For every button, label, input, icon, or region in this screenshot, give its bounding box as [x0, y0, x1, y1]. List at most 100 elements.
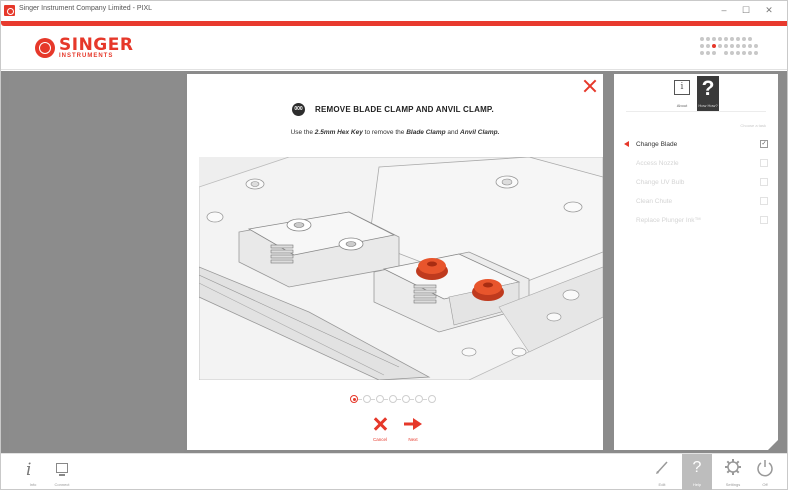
dot: [742, 44, 746, 48]
pager-dot[interactable]: [376, 395, 384, 403]
monitor-icon: [56, 463, 68, 476]
dot: [736, 37, 740, 41]
next-label: Next: [408, 437, 418, 442]
connect-button[interactable]: Connect: [49, 454, 75, 490]
part-name-anvil-clamp: Anvil Clamp.: [460, 129, 500, 136]
close-window-button[interactable]: ✕: [761, 3, 777, 17]
app-window: Singer Instrument Company Limited - PIXL…: [0, 0, 788, 490]
pager-connector: [423, 399, 427, 400]
dot: [748, 51, 752, 55]
dot: [748, 37, 752, 41]
cancel-button[interactable]: Cancel: [367, 415, 393, 445]
dot: [712, 51, 716, 55]
howto-panel: About ? How How? Choose a task Change Bl…: [614, 74, 778, 450]
arrow-right-icon: [404, 418, 422, 430]
info-button[interactable]: i Info: [20, 454, 46, 490]
pager-dot[interactable]: [350, 395, 358, 403]
dot: [736, 44, 740, 48]
dot: [724, 37, 728, 41]
edit-label: Edit: [658, 482, 666, 487]
close-icon[interactable]: [583, 79, 597, 93]
dot: [706, 44, 710, 48]
cancel-icon: [373, 417, 387, 431]
pager-connector: [358, 399, 362, 400]
brand-subtitle: INSTRUMENTS: [59, 53, 114, 59]
tool-name: 2.5mm Hex Key: [314, 129, 363, 136]
question-mark-icon: ?: [701, 77, 715, 100]
task-item[interactable]: Change Blade ✓: [624, 138, 768, 152]
dot: [724, 44, 728, 48]
dot: [700, 37, 704, 41]
pencil-icon: [656, 461, 668, 474]
tab-howto-label: How How?: [698, 103, 718, 108]
connect-label: Connect: [54, 482, 70, 487]
dot: [754, 44, 758, 48]
task-item[interactable]: Access Nozzle: [624, 157, 768, 171]
dot: [730, 51, 734, 55]
pager-connector: [397, 399, 401, 400]
task-checkbox[interactable]: ✓: [760, 140, 768, 148]
dot: [700, 51, 704, 55]
task-item[interactable]: Clean Chute: [624, 195, 768, 209]
pager-dot[interactable]: [363, 395, 371, 403]
task-item-label: Clean Chute: [636, 198, 673, 205]
step-title: REMOVE BLADE CLAMP AND ANVIL CLAMP.: [315, 105, 494, 114]
pager-dot[interactable]: [428, 395, 436, 403]
maximize-button[interactable]: ☐: [738, 3, 754, 17]
dot: [730, 44, 734, 48]
minimize-button[interactable]: –: [716, 3, 732, 17]
panel-divider: [626, 111, 766, 112]
power-button[interactable]: Off: [752, 454, 778, 490]
task-item[interactable]: Replace Plunger Ink™: [624, 214, 768, 228]
power-icon: [757, 460, 773, 477]
tab-about[interactable]: About: [671, 76, 693, 111]
step-instruction: Use the 2.5mm Hex Key to remove the Blad…: [290, 129, 500, 136]
dot: [718, 37, 722, 41]
pager-dot[interactable]: [389, 395, 397, 403]
help-label: Help: [692, 482, 702, 487]
pager-dot[interactable]: [415, 395, 423, 403]
app-icon: [4, 5, 15, 16]
power-label: Off: [762, 482, 768, 487]
task-checkbox[interactable]: [760, 159, 768, 167]
task-item-label: Change UV Bulb: [636, 179, 685, 186]
cancel-label: Cancel: [372, 437, 387, 442]
edit-button[interactable]: Edit: [649, 454, 675, 490]
panel-hint: Choose a task: [740, 123, 766, 128]
task-item-label: Change Blade: [636, 141, 678, 148]
illustration-drawing: [199, 157, 603, 380]
resize-corner: [768, 440, 778, 450]
help-button[interactable]: ? Help: [682, 454, 712, 490]
dot: [700, 44, 704, 48]
dot: [712, 44, 716, 48]
main-area: 000 REMOVE BLADE CLAMP AND ANVIL CLAMP. …: [1, 71, 787, 453]
tab-about-label: About: [676, 103, 688, 108]
settings-label: Settings: [725, 482, 741, 487]
arrow-left-icon: [624, 141, 629, 147]
howto-dialog: 000 REMOVE BLADE CLAMP AND ANVIL CLAMP. …: [187, 74, 603, 450]
step-badge: 000: [292, 103, 305, 116]
dot-matrix-icon[interactable]: [700, 37, 760, 59]
pager-dot[interactable]: [402, 395, 410, 403]
settings-button[interactable]: Settings: [720, 454, 746, 490]
info-label: Info: [29, 482, 37, 487]
dot: [742, 51, 746, 55]
task-item-label: Access Nozzle: [636, 160, 679, 167]
dot: [742, 37, 746, 41]
dot: [706, 51, 710, 55]
task-item-label: Replace Plunger Ink™: [636, 217, 702, 224]
dot: [706, 37, 710, 41]
window-title: Singer Instrument Company Limited - PIXL: [19, 5, 153, 12]
pager-connector: [384, 399, 388, 400]
task-item[interactable]: Change UV Bulb: [624, 176, 768, 190]
dot: [712, 37, 716, 41]
next-button[interactable]: Next: [400, 415, 426, 445]
task-checkbox[interactable]: [760, 216, 768, 224]
app-header: SINGER INSTRUMENTS: [1, 26, 787, 70]
task-checkbox[interactable]: [760, 178, 768, 186]
dot: [736, 51, 740, 55]
step-pager: [350, 395, 446, 403]
tab-howto[interactable]: ? How How?: [697, 76, 719, 111]
pager-connector: [410, 399, 414, 400]
task-checkbox[interactable]: [760, 197, 768, 205]
